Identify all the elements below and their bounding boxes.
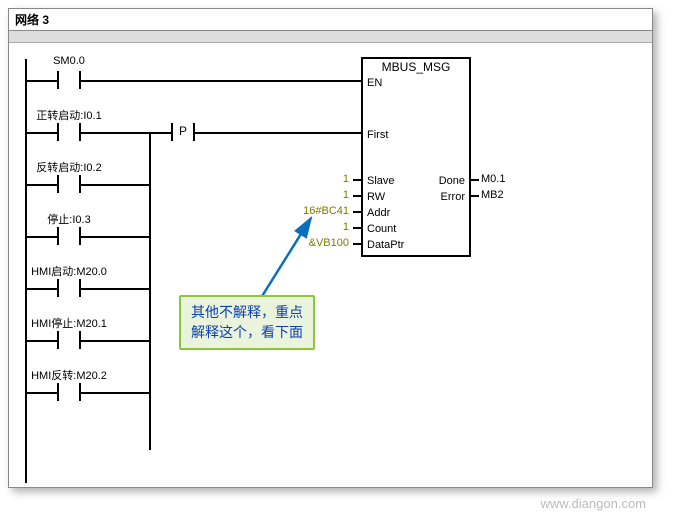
contact-label: HMI停止:M20.1 — [25, 315, 113, 331]
pin-addr: Addr — [367, 207, 390, 219]
contact-sm0-0[interactable]: SM0.0 — [25, 57, 113, 97]
contact-symbol — [25, 385, 113, 401]
wire — [217, 132, 361, 134]
contact-m20-1[interactable]: HMI停止:M20.1 — [25, 317, 113, 357]
contact-i0-1[interactable]: 正转启动:I0.1 — [25, 109, 113, 149]
out-done: M0.1 — [481, 173, 505, 185]
pin-rw: RW — [367, 191, 385, 203]
wire — [113, 288, 151, 290]
wire — [113, 340, 151, 342]
val-count: 1 — [289, 221, 349, 233]
callout-line1: 其他不解释，重点 — [191, 303, 303, 323]
contact-i0-3[interactable]: 停止:I0.3 — [25, 213, 113, 253]
contact-label: 正转启动:I0.1 — [25, 107, 113, 123]
contact-label: HMI反转:M20.2 — [25, 367, 113, 383]
wire — [113, 236, 151, 238]
pulse-p[interactable]: P — [149, 109, 217, 149]
fb-title: MBUS_MSG — [363, 59, 469, 77]
watermark: www.diangon.com — [541, 496, 647, 511]
contact-m20-2[interactable]: HMI反转:M20.2 — [25, 369, 113, 409]
val-slave: 1 — [289, 173, 349, 185]
network-header: 网络 3 — [9, 9, 652, 31]
pin-dataptr: DataPtr — [367, 239, 404, 251]
contact-symbol — [25, 177, 113, 193]
pin-slave: Slave — [367, 175, 395, 187]
contact-label: 反转启动:I0.2 — [25, 159, 113, 175]
val-rw: 1 — [289, 189, 349, 201]
header-spacer — [9, 31, 652, 43]
annotation-callout: 其他不解释，重点 解释这个，看下面 — [179, 295, 315, 350]
wire — [113, 392, 151, 394]
out-error: MB2 — [481, 189, 504, 201]
contact-symbol — [25, 73, 113, 89]
fb-mbus-msg[interactable]: MBUS_MSG EN First Slave RW Addr Count Da… — [361, 57, 471, 257]
contact-m20-0[interactable]: HMI启动:M20.0 — [25, 265, 113, 305]
pin-first: First — [367, 129, 388, 141]
contact-label: 停止:I0.3 — [25, 211, 113, 227]
contact-label: HMI启动:M20.0 — [25, 263, 113, 279]
wire — [113, 80, 361, 82]
contact-label: SM0.0 — [25, 55, 113, 67]
contact-symbol — [25, 229, 113, 245]
callout-line2: 解释这个，看下面 — [191, 323, 303, 343]
pin-error: Error — [441, 191, 465, 203]
wire — [113, 184, 151, 186]
val-addr: 16#BC41 — [289, 205, 349, 217]
ladder-canvas: SM0.0 正转启动:I0.1 P 反转启动:I0.2 停止:I0.3 — [9, 43, 652, 483]
network-title: 网络 3 — [15, 13, 49, 27]
editor-frame: 网络 3 SM0.0 正转启动:I0.1 P 反转启动:I0.2 — [8, 8, 653, 488]
wire-branch — [149, 132, 151, 450]
contact-symbol — [25, 281, 113, 297]
pulse-label: P — [149, 124, 217, 138]
val-dataptr: &VB100 — [289, 237, 349, 249]
pin-done: Done — [439, 175, 465, 187]
pin-count: Count — [367, 223, 396, 235]
contact-symbol — [25, 333, 113, 349]
pin-en: EN — [367, 77, 382, 89]
wire — [113, 132, 151, 134]
contact-i0-2[interactable]: 反转启动:I0.2 — [25, 161, 113, 201]
contact-symbol — [25, 125, 113, 141]
